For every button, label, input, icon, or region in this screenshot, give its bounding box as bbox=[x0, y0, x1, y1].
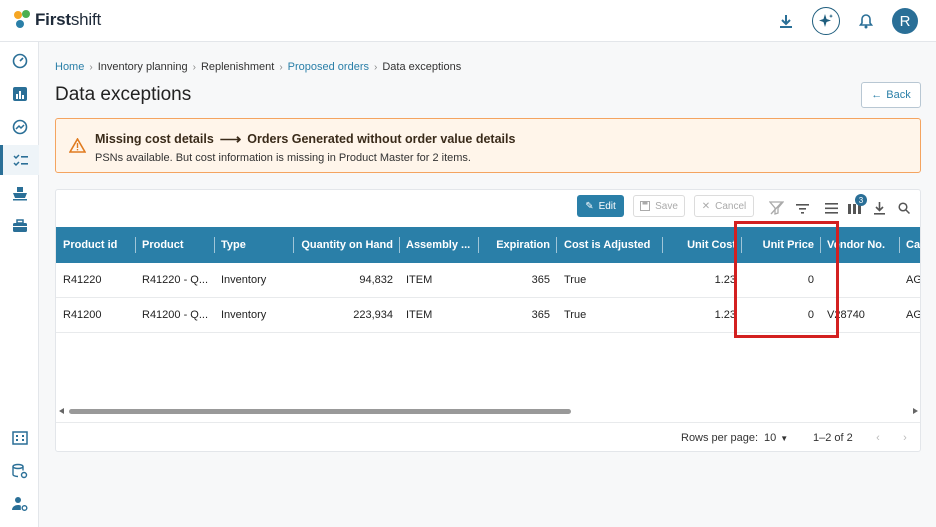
sidebar-item-warehouse[interactable] bbox=[0, 423, 39, 453]
breadcrumb-inventory-planning[interactable]: Inventory planning bbox=[98, 61, 188, 73]
cell-quantity-on-hand: 94,832 bbox=[359, 274, 393, 286]
cell-product: R41220 - Q... bbox=[142, 274, 209, 286]
previous-page-icon[interactable]: ‹ bbox=[870, 430, 886, 446]
scroll-right-icon[interactable] bbox=[913, 408, 918, 414]
logo-text: Firstshift bbox=[35, 10, 102, 29]
scrollbar-thumb[interactable] bbox=[69, 409, 571, 414]
sidebar-item-user-settings[interactable] bbox=[0, 489, 39, 519]
columns-badge: 3 bbox=[855, 194, 867, 206]
save-button[interactable]: Save bbox=[633, 195, 685, 217]
warning-alert: Missing cost details ⟶ Orders Generated … bbox=[55, 118, 921, 173]
column-header-cost-is-adjusted[interactable]: Cost is Adjusted bbox=[564, 227, 660, 263]
export-icon[interactable] bbox=[870, 199, 888, 217]
checklist-icon bbox=[13, 154, 28, 167]
logo[interactable]: Firstshift bbox=[14, 10, 101, 30]
bell-icon[interactable] bbox=[853, 8, 879, 34]
avatar[interactable]: R bbox=[892, 8, 918, 34]
column-header-unit-cost[interactable]: Unit Cost bbox=[669, 227, 736, 263]
top-bar: Firstshift R bbox=[0, 0, 936, 42]
chevron-right-icon: › bbox=[373, 61, 378, 73]
database-gear-icon bbox=[11, 463, 27, 479]
scroll-left-icon[interactable] bbox=[59, 408, 64, 414]
sidebar-item-planning[interactable] bbox=[0, 145, 39, 175]
chevron-right-icon: › bbox=[279, 61, 283, 73]
filter-icon[interactable] bbox=[793, 199, 811, 217]
sidebar bbox=[0, 42, 39, 527]
breadcrumb-home[interactable]: Home bbox=[55, 61, 84, 73]
chevron-right-icon: › bbox=[89, 61, 93, 73]
rows-per-page-select[interactable]: 10 ▼ bbox=[764, 432, 788, 444]
ship-icon bbox=[12, 187, 27, 201]
next-page-icon[interactable]: › bbox=[897, 430, 913, 446]
column-header-quantity-on-hand[interactable]: Quantity on Hand bbox=[300, 227, 393, 263]
cell-category: AG bbox=[906, 309, 921, 321]
breadcrumb: Home › Inventory planning › Replenishmen… bbox=[55, 61, 461, 73]
bar-chart-icon bbox=[12, 87, 27, 101]
arrow-left-icon: ← bbox=[871, 89, 883, 101]
close-icon: ✕ bbox=[701, 200, 711, 212]
column-header-product-id[interactable]: Product id bbox=[63, 227, 133, 263]
search-icon[interactable] bbox=[895, 199, 913, 217]
warning-icon bbox=[69, 138, 86, 153]
sidebar-item-reports[interactable] bbox=[0, 79, 39, 109]
building-icon bbox=[11, 431, 28, 445]
page-range: 1–2 of 2 bbox=[813, 432, 853, 444]
edit-button[interactable]: ✎ Edit bbox=[577, 195, 624, 217]
sidebar-item-data-settings[interactable] bbox=[0, 456, 39, 486]
cell-expiration: 365 bbox=[531, 274, 550, 286]
trend-icon bbox=[12, 119, 27, 135]
cell-unit-cost: 1.23 bbox=[714, 309, 736, 321]
horizontal-scrollbar[interactable] bbox=[56, 405, 920, 417]
clear-filter-icon[interactable] bbox=[767, 199, 785, 217]
sparkle-icon bbox=[819, 14, 833, 27]
user-gear-icon bbox=[11, 497, 27, 511]
ai-assistant-button[interactable] bbox=[812, 7, 840, 35]
breadcrumb-replenishment[interactable]: Replenishment bbox=[201, 61, 274, 73]
sidebar-item-analytics[interactable] bbox=[0, 112, 39, 142]
page-title: Data exceptions bbox=[55, 84, 192, 105]
cell-type: Inventory bbox=[221, 274, 267, 286]
pencil-icon: ✎ bbox=[585, 200, 594, 212]
chevron-right-icon: › bbox=[192, 61, 196, 73]
columns-icon[interactable]: 3 bbox=[845, 194, 867, 217]
cell-unit-cost: 1.23 bbox=[714, 274, 736, 286]
cell-product-id: R41220 bbox=[63, 274, 102, 286]
cell-cost-is-adjusted: True bbox=[564, 309, 587, 321]
caret-down-icon: ▼ bbox=[780, 433, 789, 443]
cell-cost-is-adjusted: True bbox=[564, 274, 587, 286]
arrow-right-icon: ⟶ bbox=[219, 131, 242, 148]
sidebar-item-dashboard[interactable] bbox=[0, 46, 39, 76]
pagination: Rows per page: 10 ▼ 1–2 of 2 ‹ › bbox=[56, 422, 920, 451]
column-header-type[interactable]: Type bbox=[221, 227, 291, 263]
alert-title-left: Missing cost details bbox=[95, 132, 214, 146]
cell-category: AG bbox=[906, 274, 921, 286]
cell-product: R41200 - Q... bbox=[142, 309, 209, 321]
breadcrumb-current: Data exceptions bbox=[382, 61, 462, 73]
cell-assembly: ITEM bbox=[406, 309, 433, 321]
cell-expiration: 365 bbox=[531, 309, 550, 321]
alert-body: PSNs available. But cost information is … bbox=[95, 152, 471, 164]
column-header-expiration[interactable]: Expiration bbox=[485, 227, 550, 263]
save-icon bbox=[640, 201, 651, 211]
logo-icon bbox=[14, 10, 32, 30]
sidebar-item-shipping[interactable] bbox=[0, 178, 39, 208]
cell-quantity-on-hand: 223,934 bbox=[353, 309, 393, 321]
gauge-icon bbox=[12, 53, 27, 69]
alert-title-right: Orders Generated without order value det… bbox=[247, 132, 516, 146]
cell-product-id: R41200 bbox=[63, 309, 102, 321]
cell-assembly: ITEM bbox=[406, 274, 433, 286]
back-button[interactable]: ← Back bbox=[861, 82, 921, 108]
cell-type: Inventory bbox=[221, 309, 267, 321]
rows-per-page-label: Rows per page: bbox=[681, 432, 759, 444]
column-header-product[interactable]: Product bbox=[142, 227, 212, 263]
sidebar-item-suppliers[interactable] bbox=[0, 211, 39, 241]
annotation-highlight bbox=[734, 221, 839, 338]
download-icon[interactable] bbox=[773, 8, 799, 34]
briefcase-icon bbox=[12, 219, 27, 232]
breadcrumb-proposed-orders[interactable]: Proposed orders bbox=[288, 61, 369, 73]
density-icon[interactable] bbox=[822, 199, 840, 217]
cancel-button[interactable]: ✕ Cancel bbox=[694, 195, 754, 217]
column-header-category[interactable]: Cat bbox=[906, 227, 920, 263]
column-header-assembly[interactable]: Assembly ... bbox=[406, 227, 476, 263]
